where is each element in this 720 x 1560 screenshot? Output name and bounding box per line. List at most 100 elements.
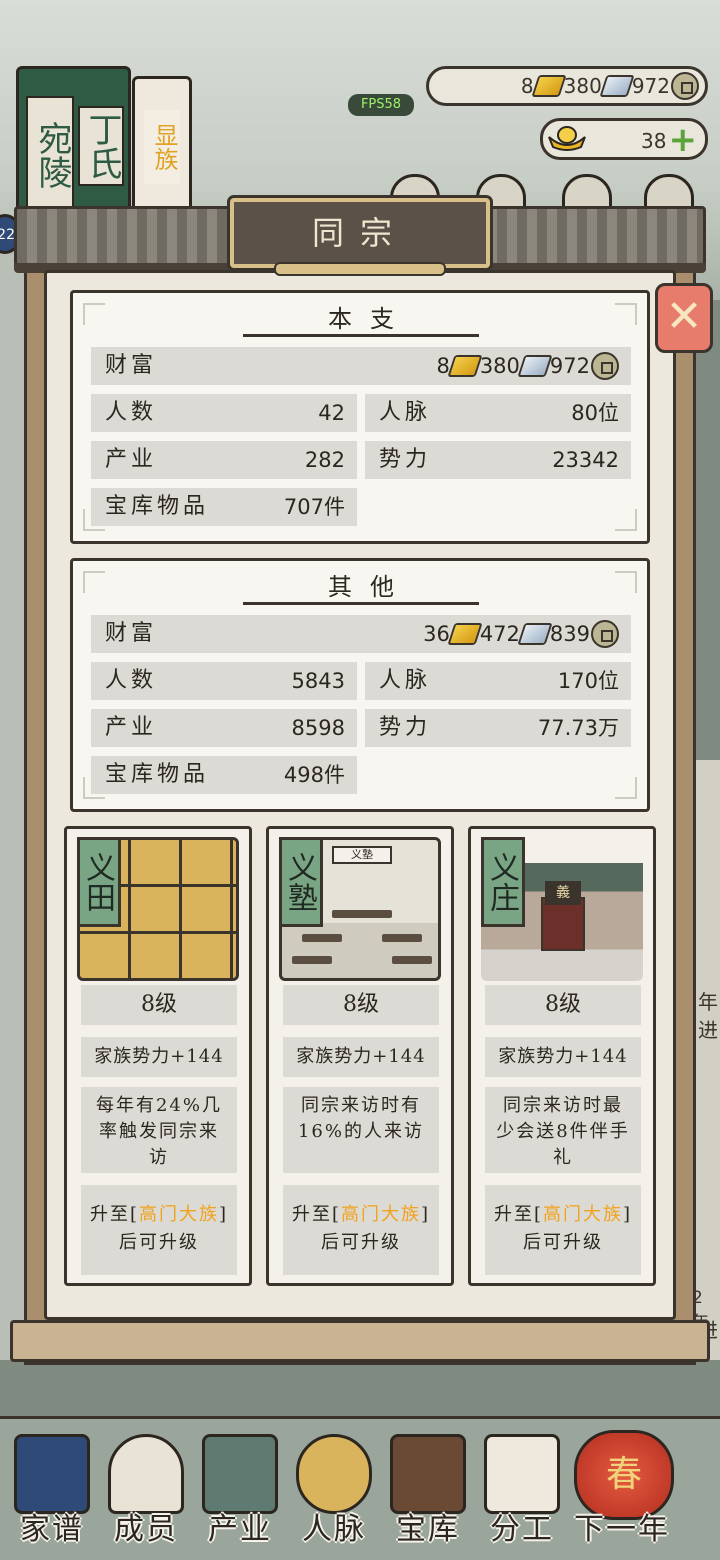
school-sign: 义塾 [332,846,392,864]
coin-amount: 972 [549,354,590,378]
nav-industry[interactable]: 产业 [192,1424,288,1554]
dialog-bottom-beam [10,1320,710,1362]
member-portrait-icon [108,1434,184,1514]
clan-book[interactable]: 宛陵 丁氏 显族 [8,66,198,226]
vault-value: 707件 [283,495,345,519]
network-icon [296,1434,372,1514]
silver-bar-icon [517,623,553,645]
section-title: 其他 [243,569,479,605]
nav-label: 宝库 [396,1512,460,1547]
population-label: 人数 [105,668,158,693]
silver-amount: 380 [563,74,602,98]
scroll-icon [484,1434,560,1514]
required-rank: 高门大族 [341,1204,421,1225]
wealth-label: 财富 [105,621,158,646]
nav-division[interactable]: 分工 [474,1424,570,1554]
silver-amount: 472 [479,622,520,646]
gold-yuanbao-icon [548,126,586,151]
industry-row: 产业 282 [91,441,357,479]
resource-bar[interactable]: 8 380 972 [426,66,708,106]
coin-amount: 972 [631,74,670,98]
add-ingot-icon[interactable]: + [669,123,698,157]
nav-vault[interactable]: 宝库 [380,1424,476,1554]
building-bonus: 家族势力+144 [485,1037,641,1077]
book-title-place: 宛陵 [26,96,74,214]
wealth-row: 财富 8 380 972 [91,347,631,385]
required-rank: 高门大族 [543,1204,623,1225]
building-description: 同宗来访时最少会送8件伴手礼 [485,1087,641,1173]
building-bonus: 家族势力+144 [283,1037,439,1077]
nav-label: 分工 [490,1512,554,1547]
vault-row: 宝库物品 498件 [91,756,357,794]
copper-coin-icon [591,620,619,648]
population-row: 人数 5843 [91,662,357,700]
nav-label: 产业 [208,1512,272,1547]
nav-label: 下一年 [574,1512,670,1547]
book-title-family: 丁氏 [78,106,124,186]
copper-coin-icon [591,352,619,380]
upgrade-requirement: 升至[高门大族]后可升级 [81,1185,237,1275]
building-tag: 义庄 [481,837,525,927]
gold-amount: 8 [436,354,450,378]
building-level: 8级 [81,985,237,1025]
influence-row: 势力 77.73万 [365,709,631,747]
industry-value: 282 [304,448,345,472]
ingot-amount: 38 [641,129,667,153]
influence-row: 势力 23342 [365,441,631,479]
nav-next-year[interactable]: 下一年 [560,1424,684,1554]
population-row: 人数 42 [91,394,357,432]
population-value: 5843 [291,669,345,693]
upgrade-requirement: 升至[高门大族]后可升级 [485,1185,641,1275]
building-description: 同宗来访时有16%的人来访 [283,1087,439,1173]
connections-row: 人脉 80位 [365,394,631,432]
vault-label: 宝库物品 [105,762,210,787]
building-card-charity-school[interactable]: 义塾 义塾 8级 家族势力+144 同宗来访时有16%的人来访 升至[高门大族]… [266,826,454,1286]
building-icon [202,1434,278,1514]
others-section: 其他 财富 36 472 839 人数 5843 人脉 170位 产业 8598… [70,558,650,812]
influence-label: 势力 [379,715,432,740]
close-button[interactable]: ✕ [655,283,713,353]
silver-bar-icon [517,355,553,377]
nav-label: 人脉 [302,1512,366,1547]
gold-bar-icon [447,355,483,377]
building-tag: 义田 [77,837,121,927]
industry-label: 产业 [105,447,158,472]
silver-bar-icon [599,75,635,97]
population-label: 人数 [105,400,158,425]
connections-value: 80位 [571,401,619,425]
vault-row: 宝库物品 707件 [91,488,357,526]
connections-row: 人脉 170位 [365,662,631,700]
gold-bar-icon [531,75,567,97]
nav-genealogy[interactable]: 家谱 [4,1424,100,1554]
book-title-rank: 显族 [144,110,180,184]
silver-amount: 380 [479,354,520,378]
treasure-chest-icon [390,1434,466,1514]
wealth-label: 财富 [105,353,158,378]
industry-row: 产业 8598 [91,709,357,747]
nav-connections[interactable]: 人脉 [286,1424,382,1554]
building-tag: 义塾 [279,837,323,927]
gold-amount: 36 [423,622,450,646]
gold-bar-icon [447,623,483,645]
section-title: 本支 [243,301,479,337]
dialog-title: 同宗 [230,198,490,276]
building-level: 8级 [283,985,439,1025]
side-text: 年 [698,990,718,1014]
connections-label: 人脉 [379,400,432,425]
industry-label: 产业 [105,715,158,740]
vault-value: 498件 [283,763,345,787]
nav-label: 成员 [114,1512,178,1547]
nav-members[interactable]: 成员 [98,1424,194,1554]
coin-amount: 839 [549,622,590,646]
vault-label: 宝库物品 [105,494,210,519]
side-text: 进 [698,1018,718,1042]
building-card-charity-field[interactable]: 义田 8级 家族势力+144 每年有24%几率触发同宗来访 升至[高门大族]后可… [64,826,252,1286]
required-rank: 高门大族 [139,1204,219,1225]
nav-label: 家谱 [20,1512,84,1547]
industry-value: 8598 [291,716,345,740]
genealogy-book-icon [14,1434,90,1514]
ingot-bar[interactable]: 38 + [540,118,708,160]
connections-label: 人脉 [379,668,432,693]
main-branch-section: 本支 财富 8 380 972 人数 42 人脉 80位 产业 282 势力 2… [70,290,650,544]
building-card-charity-estate[interactable]: 義 义庄 8级 家族势力+144 同宗来访时最少会送8件伴手礼 升至[高门大族]… [468,826,656,1286]
